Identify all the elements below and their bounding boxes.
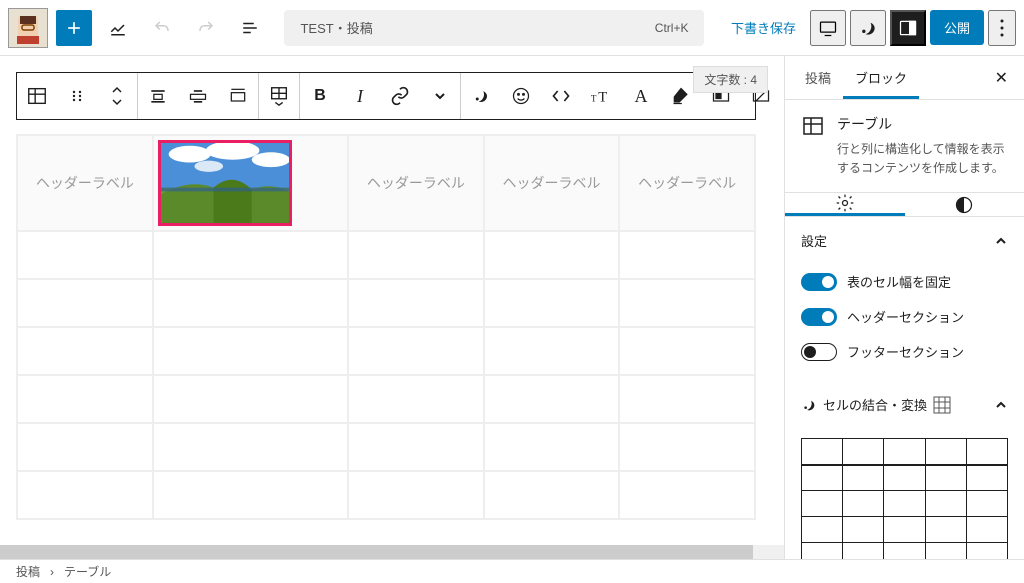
- document-title: TEST・投稿: [300, 18, 372, 37]
- editor-area: 文字数 : 4 B I: [0, 56, 784, 559]
- table-edit-icon[interactable]: [259, 73, 299, 119]
- table-row: [17, 423, 755, 471]
- block-type-icon[interactable]: [17, 73, 57, 119]
- redo-button[interactable]: [188, 10, 224, 46]
- block-description: 行と列に構造化して情報を表示するコンテンツを作成します。: [837, 140, 1008, 178]
- document-outline-button[interactable]: [232, 10, 268, 46]
- header-cell[interactable]: ヘッダーラベル: [17, 135, 153, 231]
- merge-panel-body: [785, 428, 1024, 559]
- publish-button[interactable]: 公開: [930, 10, 984, 45]
- more-format-chevron[interactable]: [420, 73, 460, 119]
- merge-grid-icon: [933, 396, 951, 414]
- table-header-row: ヘッダーラベル: [17, 135, 755, 231]
- drag-handle-icon[interactable]: [57, 73, 97, 119]
- align-wide-icon[interactable]: [178, 73, 218, 119]
- toggle-header-section: ヘッダーセクション: [801, 299, 1008, 334]
- format-1-icon[interactable]: [461, 73, 501, 119]
- block-info-panel: テーブル 行と列に構造化して情報を表示するコンテンツを作成します。: [785, 100, 1024, 193]
- chevron-up-icon: [994, 398, 1008, 412]
- inspector-sub-tabs: [785, 193, 1024, 217]
- settings-sub-tab[interactable]: [785, 193, 905, 216]
- svg-text:T: T: [598, 90, 607, 106]
- emoji-icon[interactable]: [501, 73, 541, 119]
- toggle-fixed-width: 表のセル幅を固定: [801, 264, 1008, 299]
- structure-preview-table[interactable]: [801, 438, 1008, 559]
- view-button[interactable]: [810, 10, 846, 46]
- site-avatar[interactable]: [8, 8, 48, 48]
- top-right-controls: 下書き保存 公開: [721, 10, 1016, 46]
- align-none-icon[interactable]: [138, 73, 178, 119]
- table-row: [17, 279, 755, 327]
- horizontal-scrollbar[interactable]: [0, 545, 784, 559]
- add-block-button[interactable]: [56, 10, 92, 46]
- chevron-up-icon: [994, 234, 1008, 248]
- sidebar-toggle-button[interactable]: [890, 10, 926, 46]
- svg-text:T: T: [591, 94, 597, 104]
- breadcrumb-table[interactable]: テーブル: [64, 563, 111, 580]
- settings-panel-body: 表のセル幅を固定 ヘッダーセクション フッターセクション: [785, 264, 1024, 381]
- block-toolbar: B I TT A: [16, 72, 756, 120]
- tab-block[interactable]: ブロック: [843, 56, 919, 99]
- merge-panel-header[interactable]: セルの結合・変換: [785, 381, 1024, 428]
- header-cell[interactable]: ヘッダーラベル: [619, 135, 755, 231]
- fixed-width-switch[interactable]: [801, 273, 837, 291]
- edit-mode-button[interactable]: [100, 10, 136, 46]
- top-toolbar: TEST・投稿 Ctrl+K 下書き保存 公開: [0, 0, 1024, 56]
- align-full-icon[interactable]: [218, 73, 258, 119]
- table-row: [17, 375, 755, 423]
- breadcrumb-post[interactable]: 投稿: [16, 563, 40, 580]
- header-cell-image[interactable]: [153, 135, 348, 231]
- settings-sidebar: 投稿 ブロック ✕ テーブル 行と列に構造化して情報を表示するコンテンツを作成し…: [784, 56, 1024, 559]
- settings-panel-header[interactable]: 設定: [785, 217, 1024, 264]
- toggle-footer-section: フッターセクション: [801, 334, 1008, 369]
- sidebar-tabs: 投稿 ブロック ✕: [785, 56, 1024, 100]
- block-name-label: テーブル: [837, 114, 1008, 134]
- table-row: [17, 327, 755, 375]
- table-block-icon: [801, 114, 825, 138]
- code-icon[interactable]: [541, 73, 581, 119]
- content-table[interactable]: ヘッダーラベル: [16, 134, 756, 520]
- main-area: 文字数 : 4 B I: [0, 56, 1024, 559]
- character-count: 文字数 : 4: [693, 66, 768, 93]
- tab-post[interactable]: 投稿: [793, 56, 843, 99]
- font-size-icon[interactable]: TT: [581, 73, 621, 119]
- header-cell[interactable]: ヘッダーラベル: [348, 135, 484, 231]
- styles-sub-tab[interactable]: [905, 193, 1024, 216]
- text-color-icon[interactable]: A: [621, 73, 661, 119]
- document-title-bar[interactable]: TEST・投稿 Ctrl+K: [284, 10, 704, 46]
- header-section-switch[interactable]: [801, 308, 837, 326]
- breadcrumb: 投稿 › テーブル: [0, 559, 1024, 583]
- close-sidebar-button[interactable]: ✕: [987, 56, 1016, 99]
- jetpack-icon[interactable]: [850, 10, 886, 46]
- breadcrumb-separator: ›: [50, 565, 54, 579]
- footer-section-switch[interactable]: [801, 343, 837, 361]
- undo-button[interactable]: [144, 10, 180, 46]
- italic-button[interactable]: I: [340, 73, 380, 119]
- command-shortcut: Ctrl+K: [655, 21, 689, 35]
- table-row: [17, 231, 755, 279]
- bold-button[interactable]: B: [300, 73, 340, 119]
- more-options-button[interactable]: [988, 10, 1016, 46]
- inserted-image[interactable]: [158, 140, 292, 226]
- move-arrows-icon[interactable]: [97, 73, 137, 119]
- save-draft-button[interactable]: 下書き保存: [721, 12, 806, 43]
- header-cell[interactable]: ヘッダーラベル: [484, 135, 620, 231]
- link-button[interactable]: [380, 73, 420, 119]
- table-row: [17, 471, 755, 519]
- plugin-icon: [801, 397, 817, 413]
